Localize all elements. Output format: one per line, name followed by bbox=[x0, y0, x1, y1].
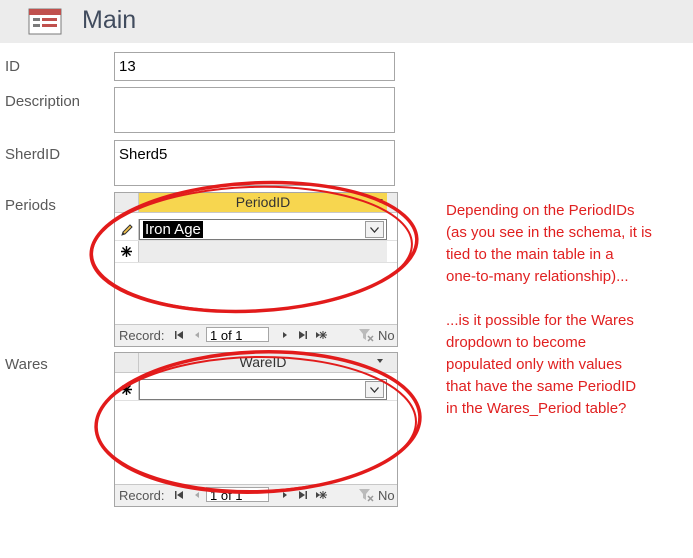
no-filter-icon[interactable] bbox=[358, 328, 374, 342]
sherdid-field[interactable]: Sherd5 bbox=[114, 140, 395, 186]
new-record-nav-icon[interactable] bbox=[315, 329, 327, 341]
record-label: Record: bbox=[119, 488, 165, 503]
new-record-nav-icon[interactable] bbox=[315, 489, 327, 501]
wareid-column-header[interactable]: WareID bbox=[139, 353, 387, 372]
annotation-line: one-to-many relationship)... bbox=[446, 268, 629, 285]
pencil-icon[interactable] bbox=[115, 219, 139, 240]
annotation-line: tied to the main table in a bbox=[446, 246, 614, 263]
new-record-icon[interactable] bbox=[115, 241, 139, 262]
id-label: ID bbox=[5, 58, 20, 75]
periodid-column-label: PeriodID bbox=[235, 194, 291, 210]
periods-subform: PeriodID Iron Age Record: 1 of 1 No bbox=[114, 192, 398, 347]
first-record-icon[interactable] bbox=[173, 489, 185, 501]
id-field[interactable]: 13 bbox=[114, 52, 395, 81]
periods-label: Periods bbox=[5, 197, 56, 214]
next-record-icon[interactable] bbox=[279, 329, 291, 341]
first-record-icon[interactable] bbox=[173, 329, 185, 341]
no-filter-icon[interactable] bbox=[358, 488, 374, 502]
current-record-field[interactable]: 1 of 1 bbox=[206, 487, 269, 503]
sherdid-label: SherdID bbox=[5, 146, 61, 163]
annotation-line: dropdown to become bbox=[446, 334, 587, 351]
periods-record-navigator: Record: 1 of 1 No bbox=[115, 324, 397, 346]
chevron-down-icon[interactable] bbox=[365, 381, 384, 398]
new-record-row bbox=[115, 241, 397, 263]
record-label: Record: bbox=[119, 328, 165, 343]
annotation-line: that have the same PeriodID bbox=[446, 378, 637, 395]
wareid-combo[interactable] bbox=[139, 379, 387, 400]
table-row: Iron Age bbox=[115, 219, 397, 241]
last-record-icon[interactable] bbox=[297, 329, 309, 341]
select-all-selector[interactable] bbox=[115, 193, 139, 212]
form-icon bbox=[28, 8, 62, 35]
chevron-down-icon[interactable] bbox=[365, 221, 384, 238]
new-record-icon[interactable] bbox=[115, 379, 139, 400]
column-menu-icon[interactable] bbox=[377, 359, 383, 363]
description-label: Description bbox=[5, 93, 81, 110]
access-form-window: Main ID 13 Description SherdID Sherd5 Pe… bbox=[0, 0, 693, 558]
last-record-icon[interactable] bbox=[297, 489, 309, 501]
column-menu-icon[interactable] bbox=[377, 199, 383, 203]
wares-record-navigator: Record: 1 of 1 No bbox=[115, 484, 397, 506]
annotation-line: in the Wares_Period table? bbox=[446, 400, 627, 417]
filter-label: No bbox=[378, 328, 395, 343]
annotation-line: ...is it possible for the Wares bbox=[446, 312, 634, 329]
next-record-icon[interactable] bbox=[279, 489, 291, 501]
form-title: Main bbox=[82, 6, 137, 34]
wares-label: Wares bbox=[5, 356, 48, 373]
previous-record-icon[interactable] bbox=[191, 489, 203, 501]
annotation-line: populated only with values bbox=[446, 356, 622, 373]
wareid-column-label: WareID bbox=[239, 354, 287, 370]
annotation-text: Depending on the PeriodIDs (as you see i… bbox=[446, 200, 686, 420]
periodid-combo[interactable]: Iron Age bbox=[139, 219, 387, 240]
previous-record-icon[interactable] bbox=[191, 329, 203, 341]
annotation-line: (as you see in the schema, it is bbox=[446, 224, 652, 241]
new-periodid-cell[interactable] bbox=[139, 241, 387, 262]
description-field[interactable] bbox=[114, 87, 395, 133]
new-record-row bbox=[115, 379, 397, 401]
form-header: Main bbox=[0, 0, 693, 43]
periods-header-row: PeriodID bbox=[115, 193, 397, 213]
filter-label: No bbox=[378, 488, 395, 503]
wares-header-row: WareID bbox=[115, 353, 397, 373]
annotation-line: Depending on the PeriodIDs bbox=[446, 202, 635, 219]
current-record-field[interactable]: 1 of 1 bbox=[206, 327, 269, 343]
periodid-value: Iron Age bbox=[143, 221, 203, 238]
select-all-selector[interactable] bbox=[115, 353, 139, 372]
wares-subform: WareID Record: 1 of 1 No bbox=[114, 352, 398, 507]
periodid-column-header[interactable]: PeriodID bbox=[139, 193, 387, 212]
